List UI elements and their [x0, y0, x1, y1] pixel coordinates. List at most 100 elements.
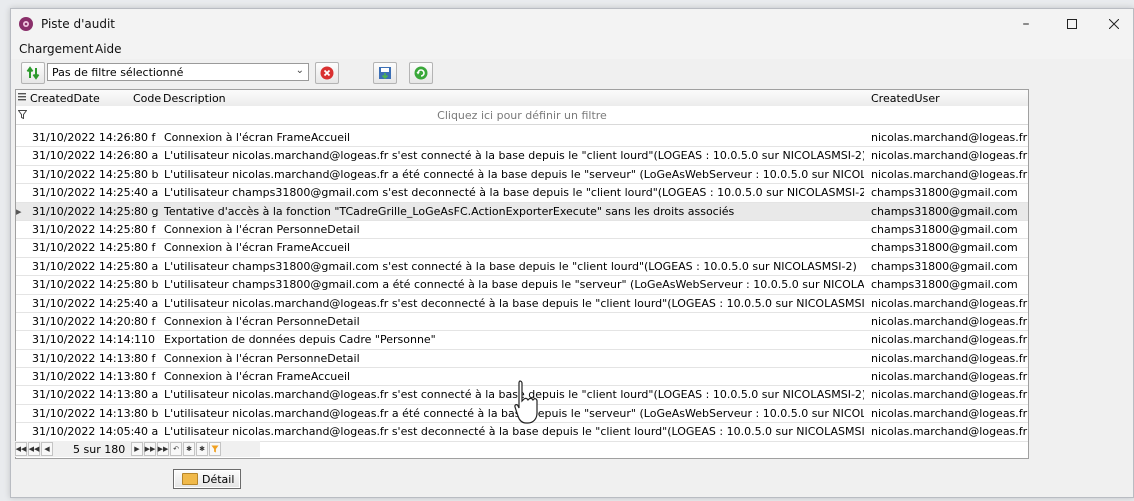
- cell-code: 80 a: [134, 388, 159, 402]
- cell-created-user: nicolas.marchand@logeas.fr: [871, 314, 1028, 328]
- cell-created-user: champs31800@gmail.com: [871, 186, 1018, 200]
- prev-page-button[interactable]: ◀◀: [28, 442, 40, 456]
- detail-button[interactable]: Détail: [173, 469, 241, 489]
- first-page-button[interactable]: ◀◀: [15, 442, 27, 456]
- toolbar: Pas de filtre sélectionné ⌄: [11, 59, 1133, 87]
- detail-button-label: Détail: [202, 472, 235, 486]
- cell-description: L'utilisateur nicolas.marchand@logeas.fr…: [164, 388, 864, 402]
- next-record-button[interactable]: ▶: [131, 442, 143, 456]
- cell-created-date: 31/10/2022 14:13:53: [32, 406, 134, 420]
- title-bar[interactable]: Piste d'audit –: [11, 9, 1133, 39]
- record-position: 5 sur 180: [73, 443, 126, 456]
- row-indicator: ▸: [16, 204, 22, 218]
- table-row[interactable]: 31/10/2022 14:26:0080 a L'utilisateur nic…: [16, 147, 1028, 166]
- table-row[interactable]: 31/10/2022 14:25:2480 f Connexion à l'écr…: [16, 221, 1028, 240]
- minimize-button[interactable]: –: [1003, 9, 1049, 39]
- grid-filter-row[interactable]: Cliquez ici pour définir un filtre: [16, 106, 1028, 125]
- cell-created-user: champs31800@gmail.com: [871, 278, 1018, 292]
- column-chooser-icon[interactable]: [18, 92, 26, 105]
- next-page-button[interactable]: ▶▶: [144, 442, 156, 456]
- filter-select-value: Pas de filtre sélectionné: [52, 66, 184, 79]
- table-row[interactable]: 31/10/2022 14:13:5880 f Connexion à l'écr…: [16, 350, 1028, 369]
- cell-description: L'utilisateur nicolas.marchand@logeas.fr…: [164, 406, 864, 420]
- cell-description: L'utilisateur champs31800@gmail.com s'es…: [164, 259, 857, 273]
- cell-created-user: nicolas.marchand@logeas.fr: [871, 149, 1028, 163]
- cell-code: 80 a: [134, 149, 159, 163]
- table-row[interactable]: 31/10/2022 14:25:5340 a L'utilisateur cha…: [16, 184, 1028, 203]
- sort-button[interactable]: [21, 62, 45, 84]
- cell-code: 80 f: [134, 314, 156, 328]
- column-header-description[interactable]: Description: [163, 92, 226, 105]
- cell-created-user: champs31800@gmail.com: [871, 204, 1018, 218]
- bottom-bar: Détail: [11, 461, 1133, 497]
- table-row[interactable]: 31/10/2022 14:25:2080 a L'utilisateur cha…: [16, 258, 1028, 277]
- filter-toggle-icon[interactable]: [209, 442, 221, 456]
- filter-select[interactable]: Pas de filtre sélectionné ⌄: [47, 63, 309, 81]
- cell-code: 80 f: [134, 222, 156, 236]
- insert-icon[interactable]: ✱: [183, 442, 195, 456]
- table-row[interactable]: 31/10/2022 14:26:0080 f Connexion à l'écr…: [16, 129, 1028, 148]
- cell-created-date: 31/10/2022 14:13:54: [32, 388, 134, 402]
- table-row[interactable]: 31/10/2022 14:25:2280 f Connexion à l'écr…: [16, 239, 1028, 258]
- undo-icon[interactable]: ↶: [170, 442, 182, 456]
- cell-created-date: 31/10/2022 14:25:59: [32, 167, 134, 181]
- cell-created-user: nicolas.marchand@logeas.fr: [871, 351, 1028, 365]
- table-row[interactable]: 31/10/2022 14:14:33110 Exportation de don…: [16, 331, 1028, 350]
- cell-created-date: 31/10/2022 14:25:22: [32, 241, 134, 255]
- column-header-createddate[interactable]: CreatedDate: [30, 92, 100, 105]
- cell-created-date: 31/10/2022 14:26:00: [32, 131, 134, 144]
- cell-created-date: 31/10/2022 14:25:24: [32, 222, 134, 236]
- cell-description: L'utilisateur nicolas.marchand@logeas.fr…: [164, 425, 864, 439]
- filter-hint: Cliquez ici pour définir un filtre: [437, 109, 607, 122]
- cell-description: Connexion à l'écran FrameAccueil: [164, 241, 351, 255]
- chevron-down-icon: ⌄: [295, 65, 304, 76]
- cell-created-date: 31/10/2022 14:25:53: [32, 186, 134, 200]
- cell-description: Connexion à l'écran FrameAccueil: [164, 131, 351, 144]
- cell-code: 40 a: [134, 425, 159, 439]
- clear-filter-button[interactable]: [315, 62, 339, 84]
- cell-description: L'utilisateur champs31800@gmail.com a ét…: [164, 278, 864, 292]
- cell-code: 80 b: [134, 278, 159, 292]
- cell-code: 40 a: [134, 186, 159, 200]
- cell-description: L'utilisateur nicolas.marchand@logeas.fr…: [164, 296, 864, 310]
- close-button[interactable]: [1091, 9, 1133, 39]
- last-page-button[interactable]: ▶▶: [157, 442, 169, 456]
- column-header-createduser[interactable]: CreatedUser: [871, 92, 940, 105]
- menu-aide[interactable]: Aide: [95, 42, 122, 56]
- refresh-button[interactable]: [409, 62, 433, 84]
- table-row[interactable]: ▸ 31/10/2022 14:25:4780 g Tentative d'accè…: [16, 202, 1028, 221]
- cell-created-date: 31/10/2022 14:13:55: [32, 370, 134, 384]
- sort-arrows-icon: [26, 66, 40, 80]
- cell-description: Connexion à l'écran PersonneDetail: [164, 222, 360, 236]
- export-button[interactable]: [373, 62, 397, 84]
- cell-created-date: 31/10/2022 14:05:03: [32, 425, 134, 439]
- table-row[interactable]: 31/10/2022 14:20:5880 f Connexion à l'écr…: [16, 313, 1028, 332]
- cell-created-date: 31/10/2022 14:14:33: [32, 333, 134, 347]
- column-header-code[interactable]: Code: [133, 92, 161, 105]
- maximize-button[interactable]: [1049, 9, 1095, 39]
- app-icon: [19, 17, 33, 31]
- cell-description: Exportation de données depuis Cadre "Per…: [164, 333, 436, 347]
- record-navigator: ◀◀ ◀◀ ◀ 5 sur 180 ▶ ▶▶ ▶▶ ↶ ✱ ✱: [15, 441, 260, 457]
- table-row[interactable]: 31/10/2022 14:25:0940 a L'utilisateur nic…: [16, 295, 1028, 313]
- audit-window: Piste d'audit – Chargement Aide Pas de f…: [10, 8, 1134, 498]
- cell-created-user: nicolas.marchand@logeas.fr: [871, 370, 1028, 384]
- cell-description: L'utilisateur nicolas.marchand@logeas.fr…: [164, 149, 864, 163]
- table-row[interactable]: 31/10/2022 14:25:1980 b L'utilisateur cha…: [16, 276, 1028, 295]
- insert-disabled-icon[interactable]: ✱: [196, 442, 208, 456]
- cell-description: Tentative d'accès à la fonction "TCadreG…: [164, 204, 735, 218]
- cell-created-user: nicolas.marchand@logeas.fr: [871, 167, 1028, 181]
- table-row[interactable]: 31/10/2022 14:25:5980 b L'utilisateur nic…: [16, 166, 1028, 185]
- cell-created-date: 31/10/2022 14:25:47: [32, 204, 134, 218]
- cell-code: 80 b: [134, 167, 159, 181]
- cell-description: Connexion à l'écran FrameAccueil: [164, 370, 351, 384]
- cell-created-user: nicolas.marchand@logeas.fr: [871, 406, 1028, 420]
- cell-created-user: champs31800@gmail.com: [871, 259, 1018, 273]
- menu-bar: Chargement Aide: [11, 39, 1133, 59]
- prev-record-button[interactable]: ◀: [41, 442, 53, 456]
- cell-created-user: nicolas.marchand@logeas.fr: [871, 131, 1028, 144]
- cell-code: 80 f: [134, 351, 156, 365]
- menu-chargement[interactable]: Chargement: [19, 42, 93, 56]
- cell-code: 40 a: [134, 296, 159, 310]
- cell-created-user: champs31800@gmail.com: [871, 222, 1018, 236]
